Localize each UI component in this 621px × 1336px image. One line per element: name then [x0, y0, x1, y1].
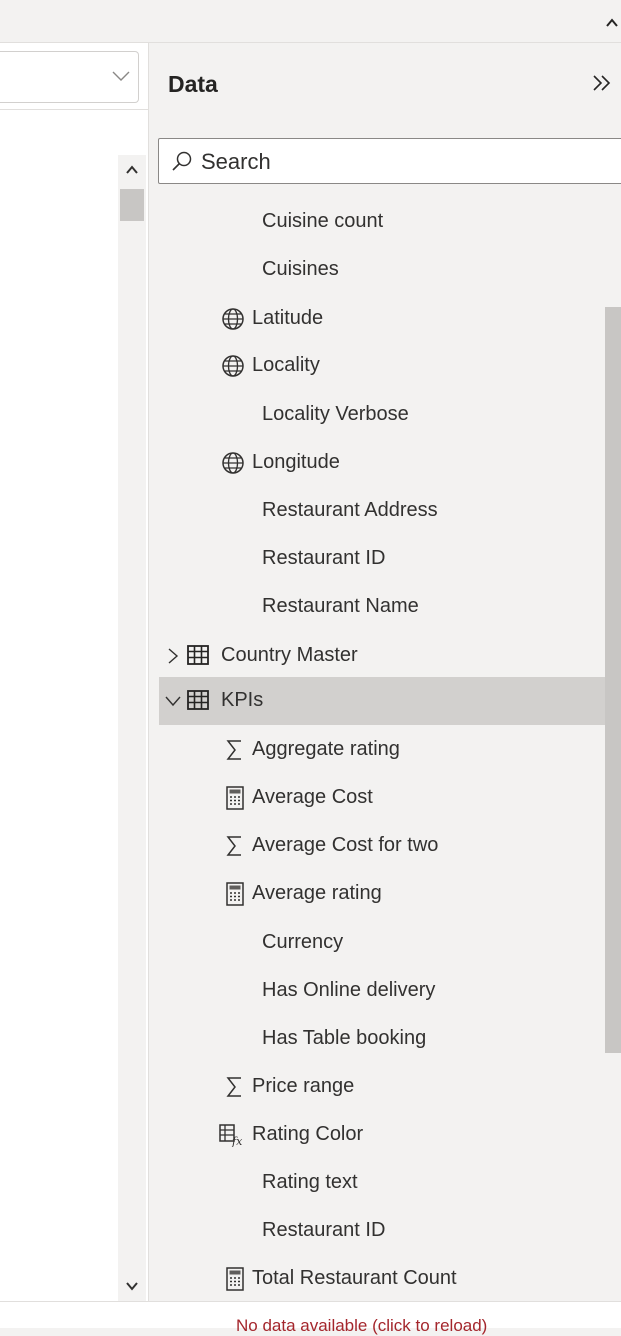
field-item[interactable]: Aggregate rating — [159, 726, 605, 774]
table-icon — [187, 690, 209, 710]
data-pane: Data Cuisine count Cuisines Latitude Loc… — [149, 43, 621, 1301]
double-chevron-right-icon[interactable] — [591, 73, 613, 93]
chevron-down-icon[interactable] — [164, 695, 182, 707]
field-label: Locality Verbose — [262, 403, 409, 425]
chevron-down-icon — [112, 71, 130, 81]
field-label: Locality — [252, 354, 320, 376]
divider — [0, 109, 148, 110]
field-item[interactable]: Average rating — [159, 870, 605, 918]
field-label: Latitude — [252, 307, 324, 329]
table-label: Country Master — [221, 644, 358, 666]
field-item[interactable]: Total Restaurant Count — [159, 1255, 605, 1303]
search-box[interactable] — [158, 138, 621, 184]
field-label: Has Online delivery — [262, 979, 436, 1001]
scrollbar-thumb[interactable] — [120, 189, 144, 221]
field-item[interactable]: Average Cost — [159, 774, 605, 822]
field-label: Average Cost for two — [252, 834, 439, 856]
field-label: Aggregate rating — [252, 738, 400, 760]
field-label: Rating text — [262, 1171, 358, 1193]
table-kpis[interactable]: KPIs — [159, 677, 605, 725]
search-icon — [172, 151, 192, 171]
field-label: Restaurant ID — [262, 1219, 386, 1241]
field-label: Cuisines — [262, 258, 339, 280]
field-label: Restaurant ID — [262, 547, 386, 569]
calculated-column-icon: fx — [219, 1124, 243, 1147]
field-item[interactable]: Restaurant Name — [159, 583, 605, 631]
field-item[interactable]: Latitude — [159, 295, 605, 343]
field-item[interactable]: Restaurant ID — [159, 1207, 605, 1255]
field-item[interactable]: Rating text — [159, 1159, 605, 1207]
field-item[interactable]: Locality Verbose — [159, 391, 605, 439]
field-label: Cuisine count — [262, 210, 384, 232]
calculator-icon — [226, 1267, 244, 1291]
data-pane-scrollbar[interactable] — [605, 307, 621, 1053]
pane-title: Data — [168, 71, 218, 97]
field-label: Longitude — [252, 451, 340, 473]
scroll-up-icon[interactable] — [126, 165, 138, 175]
field-item[interactable]: Cuisines — [159, 246, 605, 294]
chevron-right-icon[interactable] — [167, 647, 179, 665]
field-item[interactable]: Average Cost for two — [159, 822, 605, 870]
field-label: Average Cost — [252, 786, 373, 808]
field-label: Restaurant Address — [262, 499, 438, 521]
left-dropdown[interactable] — [0, 51, 139, 103]
sigma-icon — [226, 740, 241, 760]
field-label: Has Table booking — [262, 1027, 427, 1049]
calculator-icon — [226, 786, 244, 810]
field-item[interactable]: Currency — [159, 919, 605, 967]
field-item[interactable]: fx Rating Color — [159, 1111, 605, 1159]
field-item[interactable]: Has Online delivery — [159, 967, 605, 1015]
globe-icon — [222, 308, 244, 330]
field-label: Price range — [252, 1075, 355, 1097]
field-item[interactable]: Cuisine count — [159, 198, 605, 246]
globe-icon — [222, 355, 244, 377]
top-bar — [0, 0, 621, 43]
globe-icon — [222, 452, 244, 474]
status-bar: No data available (click to reload) — [0, 1301, 621, 1335]
scroll-down-icon[interactable] — [126, 1281, 138, 1291]
table-label: KPIs — [221, 689, 264, 711]
field-label: Average rating — [252, 882, 382, 904]
field-label: Total Restaurant Count — [252, 1267, 457, 1289]
field-label: Currency — [262, 931, 344, 953]
field-label: Rating Color — [252, 1123, 364, 1145]
status-text[interactable]: No data available (click to reload) — [236, 1316, 487, 1336]
field-item[interactable]: Longitude — [159, 439, 605, 487]
field-item[interactable]: Has Table booking — [159, 1015, 605, 1063]
field-item[interactable]: Locality — [159, 342, 605, 390]
left-scrollbar[interactable] — [118, 155, 146, 1301]
calculator-icon — [226, 882, 244, 906]
svg-text:fx: fx — [231, 1135, 243, 1147]
field-item[interactable]: Price range — [159, 1063, 605, 1111]
table-icon — [187, 645, 209, 665]
field-item[interactable]: Restaurant Address — [159, 487, 605, 535]
field-label: Restaurant Name — [262, 595, 419, 617]
table-country-master[interactable]: Country Master — [159, 632, 605, 680]
caret-up-icon[interactable] — [605, 16, 619, 30]
sigma-icon — [226, 836, 241, 856]
search-input[interactable] — [199, 145, 603, 179]
field-item[interactable]: Restaurant ID — [159, 535, 605, 583]
sigma-icon — [226, 1077, 241, 1097]
left-pane — [0, 43, 149, 1301]
